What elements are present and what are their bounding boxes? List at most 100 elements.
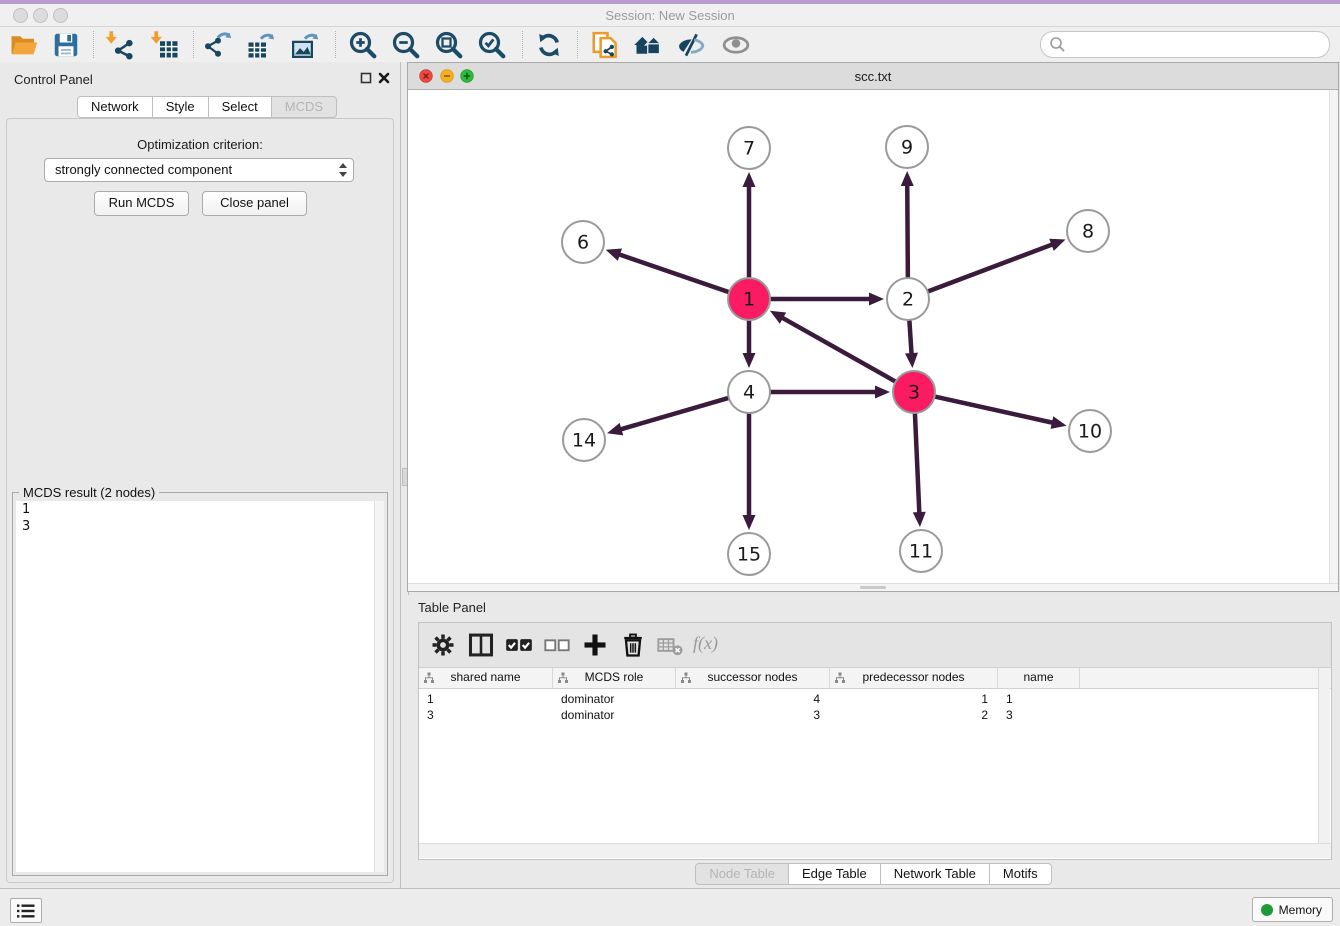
mcds-result-list[interactable]: 1 3 <box>16 501 375 872</box>
export-network-icon[interactable] <box>203 30 233 60</box>
cell-name[interactable]: 3 <box>998 707 1080 723</box>
graph-edge-arrowhead <box>905 353 918 368</box>
duplicate-network-icon[interactable] <box>590 30 620 60</box>
status-bar: Memory <box>0 888 1340 926</box>
graph-node-label: 3 <box>908 382 920 404</box>
table-row[interactable]: 1 dominator 4 1 1 <box>419 691 1331 707</box>
tab-network[interactable]: Network <box>77 96 153 118</box>
table-row[interactable]: 3 dominator 3 2 3 <box>419 707 1331 723</box>
settings-gear-icon[interactable] <box>429 631 457 659</box>
toolbar-separator <box>577 31 579 58</box>
column-header-mcds-role[interactable]: MCDS role <box>553 668 676 688</box>
network-window-title: scc.txt <box>408 69 1338 84</box>
column-layout-icon[interactable] <box>467 631 495 659</box>
result-scrollbar[interactable] <box>374 501 384 872</box>
hide-selected-eye-icon[interactable] <box>676 30 706 60</box>
table-tabs: Node Table Edge Table Network Table Moti… <box>407 863 1340 885</box>
tab-edge-table[interactable]: Edge Table <box>789 863 881 885</box>
save-icon[interactable] <box>51 30 81 60</box>
mcds-result-title: MCDS result (2 nodes) <box>19 485 159 500</box>
toolbar-separator <box>93 31 95 58</box>
first-neighbors-icon[interactable] <box>633 30 663 60</box>
close-panel-icon[interactable] <box>377 71 391 85</box>
export-table-icon[interactable] <box>246 30 276 60</box>
tab-network-table[interactable]: Network Table <box>881 863 990 885</box>
cell-successor-nodes[interactable]: 3 <box>676 707 830 723</box>
tab-style[interactable]: Style <box>153 96 209 118</box>
search-box[interactable] <box>1040 31 1330 58</box>
table-panel: Table Panel f(x) shared name MCDS role s… <box>407 595 1340 888</box>
delete-column-trash-icon[interactable] <box>619 631 647 659</box>
run-mcds-button[interactable]: Run MCDS <box>94 191 189 216</box>
graph-node-label: 7 <box>743 138 755 160</box>
select-all-checkboxes-icon[interactable] <box>505 631 533 659</box>
cell-mcds-role[interactable]: dominator <box>553 707 676 723</box>
memory-button[interactable]: Memory <box>1252 897 1333 922</box>
network-vertical-scrollbar[interactable] <box>1329 90 1338 584</box>
control-panel-tabs: Network Style Select MCDS <box>77 96 337 118</box>
graph-edge-3-10[interactable] <box>933 396 1054 423</box>
column-header-name[interactable]: name <box>998 668 1080 688</box>
tab-mcds[interactable]: MCDS <box>272 96 337 118</box>
zoom-fit-icon[interactable] <box>434 30 464 60</box>
table-horizontal-scrollbar[interactable] <box>419 843 1331 858</box>
mcds-result-line: 1 <box>16 501 375 518</box>
cell-mcds-role[interactable]: dominator <box>553 691 676 707</box>
graph-edge-4-14[interactable] <box>620 397 731 429</box>
graph-edge-2-9[interactable] <box>907 184 908 280</box>
show-all-eye-icon[interactable] <box>721 30 751 60</box>
graph-edge-arrowhead <box>743 172 756 187</box>
table-header-row: shared name MCDS role successor nodes pr… <box>419 668 1331 689</box>
import-network-icon[interactable] <box>105 30 135 60</box>
window-title: Session: New Session <box>0 8 1340 23</box>
column-header-shared-name[interactable]: shared name <box>419 668 553 688</box>
import-table-icon[interactable] <box>150 30 180 60</box>
scrollbar-handle[interactable] <box>860 586 886 589</box>
criterion-select[interactable]: strongly connected component <box>44 158 354 182</box>
cell-predecessor-nodes[interactable]: 2 <box>830 707 998 723</box>
titlebar: Session: New Session <box>0 4 1340 27</box>
graph-node-label: 11 <box>909 541 933 563</box>
zoom-out-icon[interactable] <box>391 30 421 60</box>
add-column-icon[interactable] <box>581 631 609 659</box>
search-input[interactable] <box>1069 34 1321 55</box>
close-panel-button[interactable]: Close panel <box>202 191 307 216</box>
column-header-successor-nodes[interactable]: successor nodes <box>676 668 830 688</box>
tab-select[interactable]: Select <box>209 96 272 118</box>
toolbar-separator <box>522 31 524 58</box>
network-horizontal-scrollbar[interactable] <box>408 583 1338 591</box>
cell-predecessor-nodes[interactable]: 1 <box>830 691 998 707</box>
table-vertical-scrollbar[interactable] <box>1318 668 1330 845</box>
export-image-icon[interactable] <box>290 30 320 60</box>
graph-edge-1-6[interactable] <box>618 254 731 293</box>
cell-shared-name[interactable]: 3 <box>419 707 553 723</box>
cell-name[interactable]: 1 <box>998 691 1080 707</box>
open-folder-icon[interactable] <box>9 30 39 60</box>
network-graph[interactable]: 7968124314101511 <box>408 90 1331 584</box>
zoom-in-icon[interactable] <box>348 30 378 60</box>
cell-shared-name[interactable]: 1 <box>419 691 553 707</box>
cell-successor-nodes[interactable]: 4 <box>676 691 830 707</box>
tab-motifs[interactable]: Motifs <box>990 863 1052 885</box>
graph-node-label: 14 <box>572 430 596 452</box>
column-header-predecessor-nodes[interactable]: predecessor nodes <box>830 668 998 688</box>
zoom-selected-icon[interactable] <box>477 30 507 60</box>
toolbar-separator <box>335 31 337 58</box>
optimization-criterion-label: Optimization criterion: <box>0 137 400 152</box>
tab-node-table[interactable]: Node Table <box>695 863 789 885</box>
column-header-filler <box>1080 668 1331 688</box>
float-panel-icon[interactable] <box>359 71 373 85</box>
memory-label: Memory <box>1279 903 1322 917</box>
graph-edge-2-8[interactable] <box>926 244 1054 292</box>
mcds-result-line: 3 <box>16 518 375 535</box>
network-window-titlebar: scc.txt <box>408 63 1338 90</box>
deselect-all-checkboxes-icon[interactable] <box>543 631 571 659</box>
task-history-button[interactable] <box>10 898 42 923</box>
graph-node-label: 4 <box>743 382 755 404</box>
graph-edge-arrowhead <box>607 423 623 435</box>
graph-edge-2-3[interactable] <box>909 318 911 355</box>
graph-edge-3-11[interactable] <box>915 411 920 514</box>
graph-edge-3-1[interactable] <box>781 317 897 383</box>
refresh-icon[interactable] <box>534 30 564 60</box>
memory-status-dot <box>1261 904 1273 916</box>
